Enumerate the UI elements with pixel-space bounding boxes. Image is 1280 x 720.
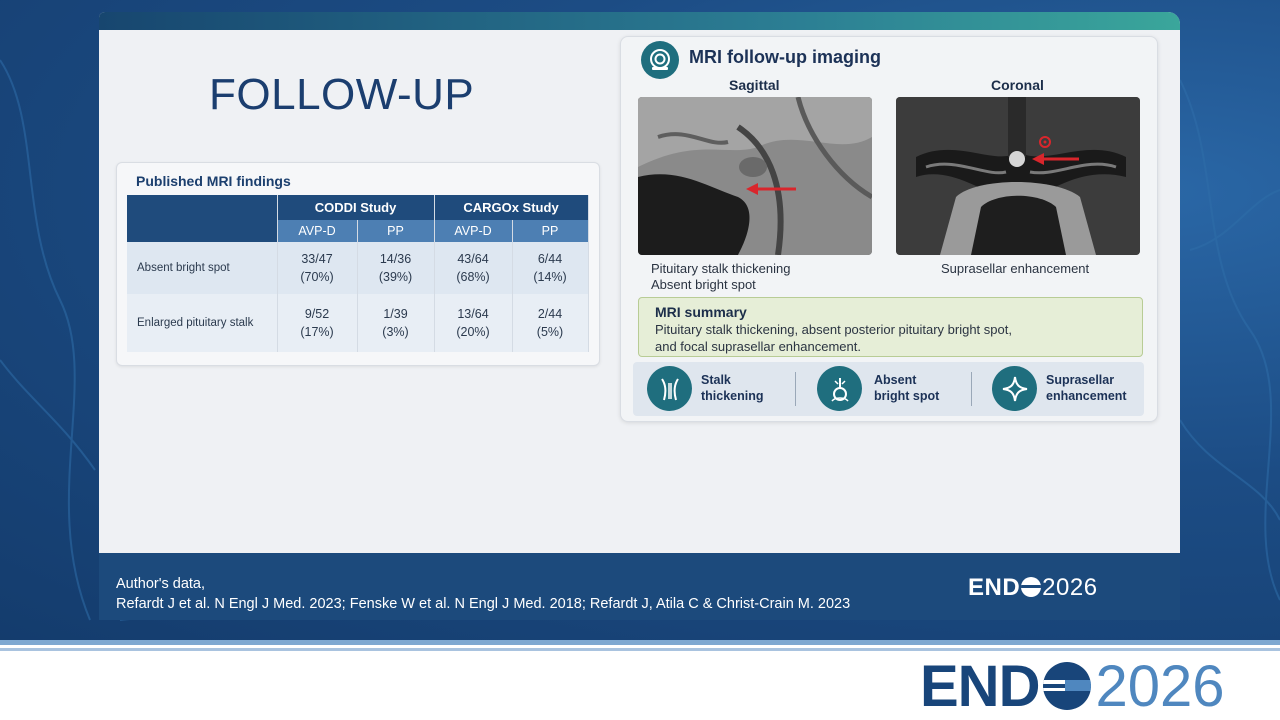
table-cell: 1/39 (3%) <box>357 294 435 352</box>
table-cell: 6/44 (14%) <box>512 242 589 294</box>
slide: FOLLOW-UP Published MRI findings CODDI S… <box>99 12 1180 620</box>
sagittal-caption: Pituitary stalk thickening Absent bright… <box>651 261 791 292</box>
row-label: Absent bright spot <box>127 242 278 294</box>
slide-title: FOLLOW-UP <box>209 70 475 119</box>
references: Author's data, Refardt J et al. N Engl J… <box>116 576 851 612</box>
slide-top-bar <box>99 12 1180 30</box>
sagittal-label: Sagittal <box>729 77 780 93</box>
table-cell: 14/36 (39%) <box>357 242 435 294</box>
study-header-cargox: CARGOx Study <box>433 195 589 220</box>
table-cell: 9/52 (17%) <box>277 294 358 352</box>
table-title: Published MRI findings <box>136 173 291 189</box>
subheader-avpd-cargox: AVP-D <box>433 220 513 242</box>
endo-logo: END 2026 <box>920 653 1225 719</box>
table-cell: 33/47 (70%) <box>277 242 358 294</box>
summary-title: MRI summary <box>655 304 747 320</box>
subheader-pp-coddi: PP <box>356 220 435 242</box>
feature-label-stalk: Stalk thickening <box>701 373 764 403</box>
coronal-label: Coronal <box>991 77 1044 93</box>
table-cell: 43/64 (68%) <box>434 242 513 294</box>
study-header-coddi: CODDI Study <box>276 195 435 220</box>
coronal-mri-image <box>896 97 1140 255</box>
mri-findings-table: CODDI Study CARGOx Study AVP-D PP AVP-D … <box>127 195 589 352</box>
subheader-pp-cargox: PP <box>511 220 589 242</box>
feature-label-bright-spot: Absent bright spot <box>874 373 940 403</box>
stalk-icon <box>647 366 692 411</box>
pituitary-icon <box>817 366 862 411</box>
sagittal-mri-image <box>638 97 872 255</box>
summary-text: Pituitary stalk thickening, absent poste… <box>655 322 1012 354</box>
subheader-avpd-coddi: AVP-D <box>276 220 358 242</box>
slide-footer: Author's data, Refardt J et al. N Engl J… <box>99 553 1180 620</box>
feature-icons-row: Stalk thickening Absent bright spot Supr… <box>633 362 1144 416</box>
row-label: Enlarged pituitary stalk <box>127 294 278 352</box>
red-arrow-icon <box>746 183 796 195</box>
mri-scanner-icon <box>641 41 679 79</box>
divider <box>971 372 972 406</box>
globe-icon <box>1041 660 1093 712</box>
sparkle-icon <box>992 366 1037 411</box>
red-arrow-icon <box>1032 136 1079 165</box>
table-row: Enlarged pituitary stalk 9/52 (17%) 1/39(… <box>127 294 589 352</box>
table-corner <box>127 195 278 242</box>
table-cell: 13/64 (20%) <box>434 294 513 352</box>
globe-icon <box>1021 577 1042 597</box>
divider <box>795 372 796 406</box>
mri-panel-title: MRI follow-up imaging <box>689 47 881 67</box>
table-row: Absent bright spot 33/47 (70%) 14/36 (39%)… <box>127 242 589 294</box>
coronal-caption: Suprasellar enhancement <box>941 261 1090 276</box>
mri-summary-box: MRI summary Pituitary stalk thickening, … <box>638 297 1143 357</box>
mri-findings-table-card: Published MRI findings CODDI Study CARGO… <box>116 162 600 366</box>
feature-label-enhancement: Suprasellar enhancement <box>1046 373 1127 403</box>
footer-endo-logo: END 2026 <box>968 574 1098 601</box>
table-cell: 2/44 (5%) <box>512 294 589 352</box>
mri-panel: MRI follow-up imaging Sagittal Coronal P… <box>620 36 1158 422</box>
